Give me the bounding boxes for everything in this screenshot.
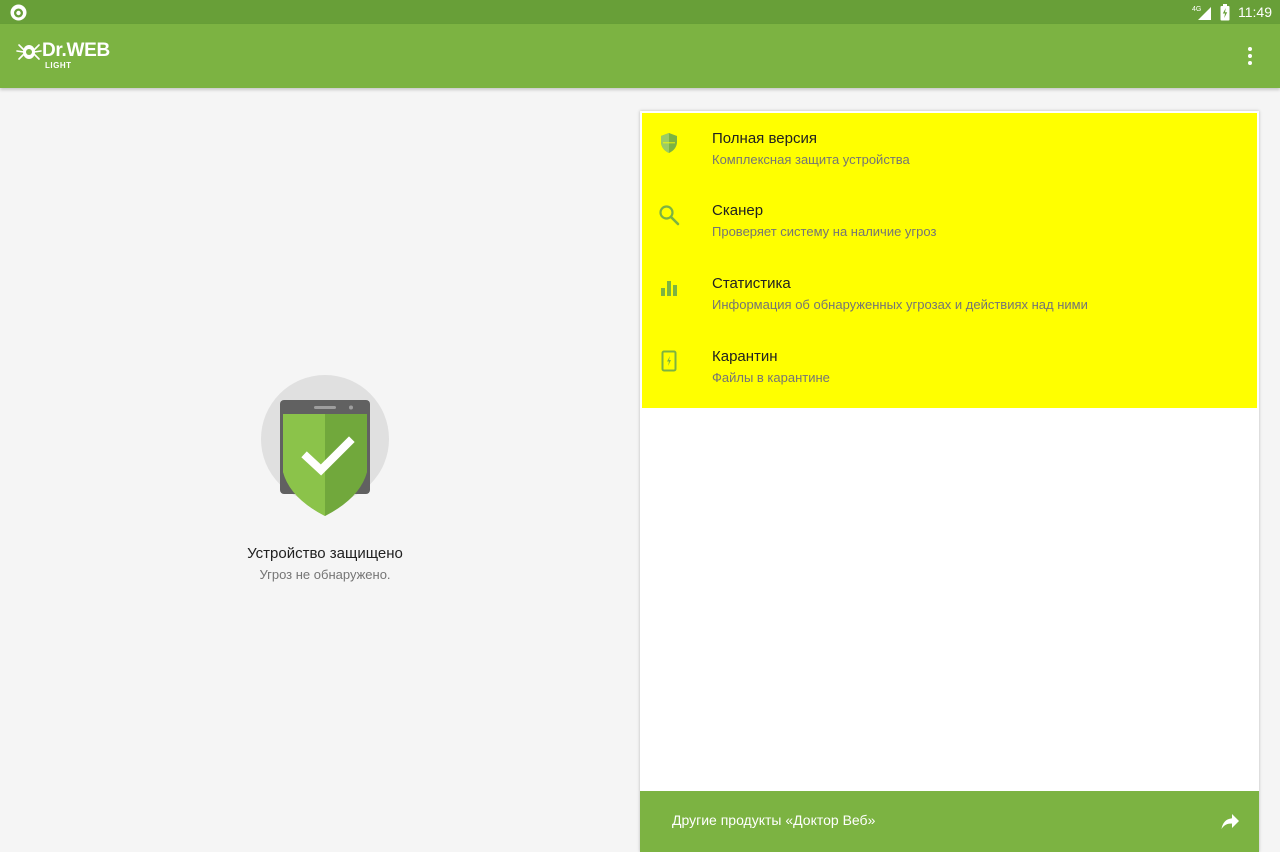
app-bar: Dr.WEB LIGHT xyxy=(0,24,1280,88)
menu-item-title: Карантин xyxy=(712,348,778,365)
spider-logo-icon xyxy=(16,44,42,60)
logo-title: Dr.WEB xyxy=(42,40,110,61)
menu-item-quarantine[interactable]: Карантин Файлы в карантине xyxy=(642,331,1257,403)
search-icon xyxy=(659,205,680,226)
menu-item-subtitle: Проверяет систему на наличие угроз xyxy=(712,224,937,239)
status-title: Устройство защищено xyxy=(247,545,403,562)
shield-check-icon xyxy=(261,375,389,516)
status-subtitle: Угроз не обнаружено. xyxy=(259,567,391,582)
menu-item-statistics[interactable]: Статистика Информация об обнаруженных уг… xyxy=(642,258,1257,330)
bar-chart-icon xyxy=(661,281,677,296)
drweb-logo: Dr.WEB LIGHT xyxy=(16,39,126,73)
svg-text:4G: 4G xyxy=(1192,6,1201,13)
clock: 11:49 xyxy=(1238,4,1272,20)
status-bar: 4G 11:49 xyxy=(0,0,1280,24)
menu-item-scanner[interactable]: Сканер Проверяет систему на наличие угро… xyxy=(642,185,1257,257)
menu-item-subtitle: Информация об обнаруженных угрозах и дей… xyxy=(712,297,1088,312)
menu-item-subtitle: Файлы в карантине xyxy=(712,370,830,385)
menu-item-title: Статистика xyxy=(712,275,791,292)
features-menu: Полная версия Комплексная защита устройс… xyxy=(642,113,1257,408)
features-card: Полная версия Комплексная защита устройс… xyxy=(640,111,1259,852)
logo-subtitle: LIGHT xyxy=(45,61,72,70)
share-icon xyxy=(1221,814,1239,829)
signal-icon: 4G xyxy=(1192,6,1211,20)
drweb-notification-icon xyxy=(10,4,27,21)
battery-charging-icon xyxy=(1220,3,1230,20)
more-vert-icon[interactable] xyxy=(1240,44,1260,68)
protection-status-panel: Устройство защищено Угроз не обнаружено. xyxy=(0,88,640,852)
quarantine-icon xyxy=(661,350,677,372)
other-products-label: Другие продукты «Доктор Веб» xyxy=(672,812,876,828)
shield-icon xyxy=(661,133,677,153)
menu-item-full-version[interactable]: Полная версия Комплексная защита устройс… xyxy=(642,113,1257,185)
other-products-button[interactable]: Другие продукты «Доктор Веб» xyxy=(640,791,1259,852)
menu-item-title: Полная версия xyxy=(712,130,817,147)
menu-item-title: Сканер xyxy=(712,202,764,219)
menu-item-subtitle: Комплексная защита устройства xyxy=(712,152,910,167)
